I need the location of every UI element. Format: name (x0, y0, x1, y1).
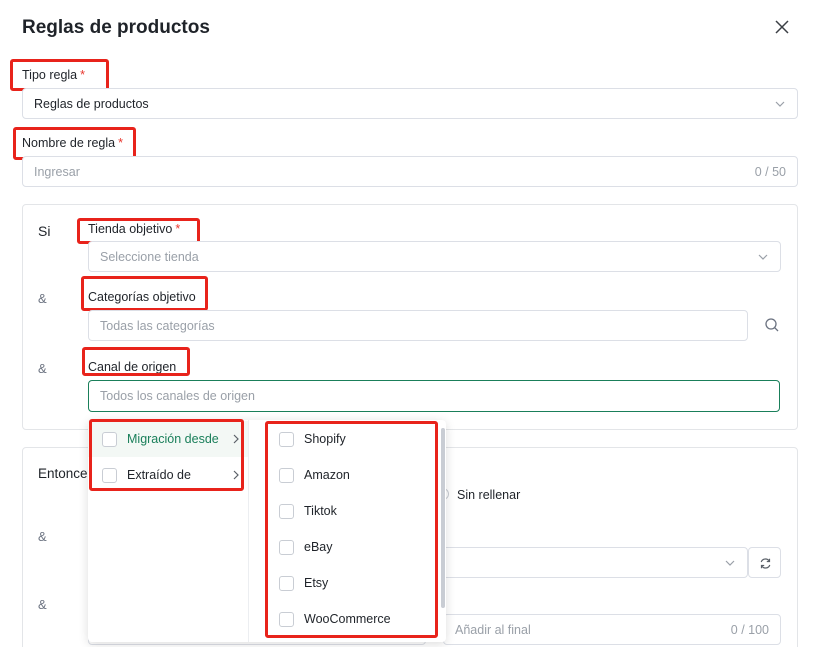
chevron-down-icon (775, 101, 785, 107)
checkbox[interactable] (279, 611, 294, 627)
rule-name-input[interactable]: Ingresar 0 / 50 (22, 156, 798, 187)
rule-name-label: Nombre de regla * (22, 136, 123, 150)
checkbox[interactable] (102, 431, 117, 447)
source-channel-label: Canal de origen (88, 360, 177, 374)
radio-label: Sin rellenar (457, 488, 521, 502)
target-categories-input[interactable]: Todas las categorías (88, 310, 748, 341)
and-connector: & (38, 361, 47, 376)
checkbox[interactable] (279, 467, 294, 483)
chevron-down-icon (758, 254, 768, 260)
scrollbar[interactable] (441, 428, 445, 608)
rule-type-select[interactable]: Reglas de productos (22, 88, 798, 119)
dialog-title: Reglas de productos (22, 17, 210, 38)
option-item[interactable]: Tiktok (279, 493, 429, 529)
refresh-icon (760, 558, 771, 569)
then-label: Entonces (38, 466, 95, 481)
checkbox[interactable] (279, 539, 294, 555)
option-item[interactable]: eBay (279, 529, 429, 565)
target-categories-label: Categorías objetivo (88, 290, 196, 304)
checkbox[interactable] (279, 503, 294, 519)
chevron-right-icon (233, 434, 239, 444)
group-column: Migración desde Extraído de (88, 420, 248, 642)
chevron-down-icon (725, 560, 735, 566)
group-item-extracted[interactable]: Extraído de (88, 457, 248, 493)
append-input[interactable]: Añadir al final 0 / 100 (443, 614, 781, 645)
option-item[interactable]: Amazon (279, 457, 429, 493)
action-select[interactable] (430, 547, 748, 578)
source-channel-select[interactable]: Todos los canales de origen (88, 380, 780, 412)
checkbox[interactable] (102, 467, 117, 483)
channel-dropdown: Migración desde Extraído de Shopify Amaz… (88, 420, 446, 642)
checkbox[interactable] (279, 431, 294, 447)
search-icon[interactable] (764, 317, 780, 333)
if-label: Si (38, 223, 51, 239)
option-item[interactable]: Shopify (279, 421, 429, 457)
and-connector: & (38, 529, 47, 544)
target-store-label: Tienda objetivo * (88, 222, 181, 236)
char-counter: 0 / 100 (730, 622, 769, 637)
refresh-button[interactable] (748, 547, 781, 578)
chevron-right-icon (233, 470, 239, 480)
char-counter: 0 / 50 (754, 164, 786, 179)
and-connector: & (38, 597, 47, 612)
and-connector: & (38, 291, 47, 306)
option-item[interactable]: Etsy (279, 565, 429, 601)
target-store-select[interactable]: Seleccione tienda (88, 241, 781, 272)
close-icon[interactable] (773, 18, 791, 36)
rule-type-label: Tipo regla * (22, 68, 85, 82)
column-divider (248, 420, 249, 642)
option-item[interactable]: WooCommerce (279, 601, 429, 637)
group-item-migration[interactable]: Migración desde (88, 421, 248, 457)
checkbox[interactable] (279, 575, 294, 591)
